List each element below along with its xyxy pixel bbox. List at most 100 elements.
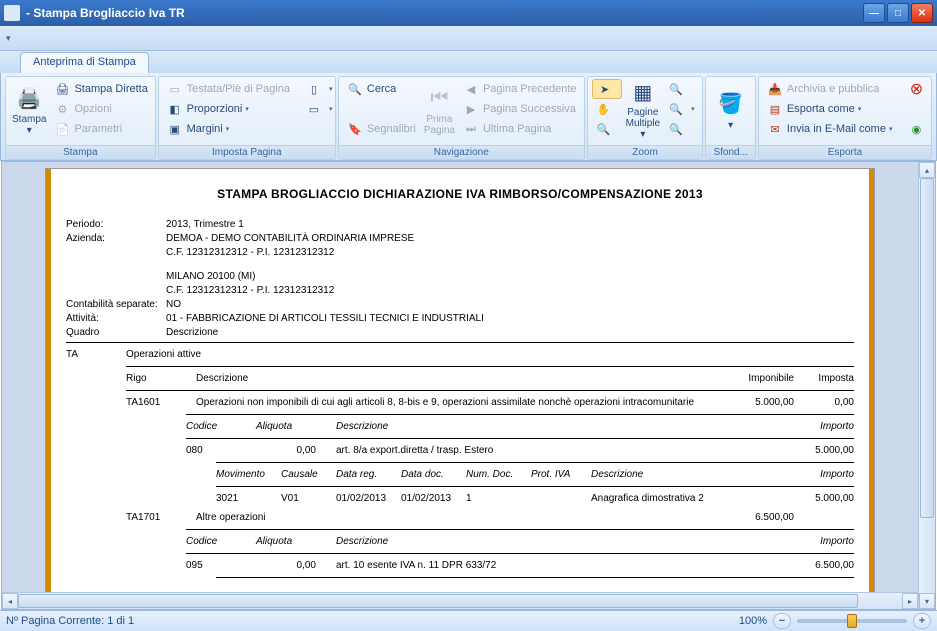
- separate-label: Contabilità separate:: [66, 299, 166, 310]
- descr-header: Descrizione: [196, 373, 714, 384]
- chevron-down-icon: ▾: [889, 125, 893, 133]
- zoom-level-label[interactable]: 100%: [739, 615, 767, 627]
- maximize-button[interactable]: □: [887, 3, 909, 23]
- horizontal-scrollbar[interactable]: ◂ ▸: [2, 592, 918, 609]
- title-bar: - Stampa Brogliaccio Iva TR — □ ✕: [0, 0, 937, 26]
- table-row: TA1601 Operazioni non imponibili di cui …: [66, 395, 854, 410]
- group-title-nav: Navigazione: [339, 145, 584, 159]
- close-preview-button[interactable]: ⊗: [904, 79, 932, 99]
- printer-icon: 🖨️: [15, 84, 43, 112]
- scroll-left-button[interactable]: ◂: [2, 593, 18, 609]
- arrow-left-icon: ◀: [463, 81, 479, 97]
- cursor-icon: ➤: [597, 81, 613, 97]
- print-label: Stampa: [12, 114, 46, 125]
- parameters-button[interactable]: 📄 Parametri: [50, 119, 151, 139]
- op-attive: Operazioni attive: [126, 349, 201, 360]
- params-icon: 📄: [54, 121, 70, 137]
- scale-icon: ◧: [167, 101, 183, 117]
- separate-value: NO: [166, 299, 854, 310]
- last-page-button[interactable]: ⏭ Ultima Pagina: [459, 119, 581, 139]
- page-number-status: Nº Pagina Corrente: 1 di 1: [6, 615, 134, 627]
- direct-print-button[interactable]: 🖨 Stampa Diretta: [50, 79, 151, 99]
- document-area: STAMPA BROGLIACCIO DICHIARAZIONE IVA RIM…: [1, 161, 936, 610]
- ribbon-group-zoom: ➤ ✋ 🔍 ▦ Pagine Multiple ▾ 🔍 🔍▾ 🔍 Zoom: [587, 76, 704, 160]
- ribbon-tab-row: Anteprima di Stampa: [0, 51, 937, 73]
- options-button[interactable]: ⚙ Opzioni: [50, 99, 151, 119]
- magnify-icon: 🔍: [596, 121, 612, 137]
- quick-access-toolbar: ▾: [0, 26, 937, 51]
- close-button[interactable]: ✕: [911, 3, 933, 23]
- multiple-pages-button[interactable]: ▦ Pagine Multiple ▾: [624, 79, 662, 141]
- print-button[interactable]: 🖨️ Stampa ▾: [10, 79, 48, 141]
- orientation-icon: ▭: [306, 101, 322, 117]
- page-size-button[interactable]: ▯▾: [302, 79, 337, 99]
- app-icon: [4, 5, 20, 21]
- first-page-button[interactable]: ⏮ Prima Pagina: [422, 79, 457, 141]
- sub-header-row: Codice Aliquota Descrizione Importo: [66, 419, 854, 434]
- chevron-down-icon: ▾: [728, 120, 733, 131]
- minimize-button[interactable]: —: [863, 3, 885, 23]
- send-email-button[interactable]: ✉ Invia in E-Mail come ▾: [763, 119, 897, 139]
- margins-button[interactable]: ▣ Margini ▾: [163, 119, 294, 139]
- first-page-icon: ⏮: [425, 84, 453, 112]
- hand-icon: ✋: [596, 101, 612, 117]
- chevron-down-icon: ▾: [858, 105, 862, 113]
- scale-button[interactable]: ◧ Proporzioni ▾: [163, 99, 294, 119]
- prev-page-button[interactable]: ◀ Pagina Precedente: [459, 79, 581, 99]
- export-as-button[interactable]: ▤ Esporta come ▾: [763, 99, 897, 119]
- header-footer-icon: ▭: [167, 81, 183, 97]
- city-value: MILANO 20100 (MI): [166, 271, 854, 282]
- scroll-thumb[interactable]: [920, 178, 934, 518]
- zoom-slider-thumb[interactable]: [847, 614, 857, 628]
- cf-pi-2: C.F. 12312312312 - P.I. 12312312312: [166, 285, 854, 296]
- mouse-tool-button[interactable]: ➤: [592, 79, 622, 99]
- zoom-in-icon: 🔍: [668, 121, 684, 137]
- background-color-button[interactable]: 🪣 ▾: [710, 79, 750, 141]
- ta-code: TA: [66, 349, 126, 360]
- hand-tool-button[interactable]: ✋: [592, 99, 622, 119]
- next-page-button[interactable]: ▶ Pagina Successiva: [459, 99, 581, 119]
- printer-small-icon: 🖨: [54, 81, 70, 97]
- table-row: TA1701 Altre operazioni 6.500,00: [66, 510, 854, 525]
- zoom-button[interactable]: 🔍▾: [664, 99, 699, 119]
- status-bar: Nº Pagina Corrente: 1 di 1 100% − +: [0, 610, 937, 631]
- zoom-out-button[interactable]: 🔍: [664, 79, 699, 99]
- chevron-down-icon: ▾: [245, 105, 249, 113]
- magnify-tool-button[interactable]: 🔍: [592, 119, 622, 139]
- zoom-minus-button[interactable]: −: [773, 613, 791, 629]
- periodo-label: Periodo:: [66, 219, 166, 230]
- rigo-header: Rigo: [126, 373, 196, 384]
- scroll-thumb[interactable]: [18, 594, 858, 608]
- page-size-icon: ▯: [306, 81, 322, 97]
- header-footer-button[interactable]: ▭ Testata/Piè di Pagina: [163, 79, 294, 99]
- export-green-button[interactable]: ◉: [904, 119, 932, 139]
- orientation-button[interactable]: ▭▾: [302, 99, 337, 119]
- search-icon: 🔍: [347, 81, 363, 97]
- scroll-up-button[interactable]: ▴: [919, 162, 935, 178]
- group-title-zoom: Zoom: [588, 145, 703, 159]
- ribbon: 🖨️ Stampa ▾ 🖨 Stampa Diretta ⚙ Opzioni 📄…: [0, 73, 937, 161]
- last-page-icon: ⏭: [463, 121, 479, 137]
- table-row: 095 0,00 art. 10 esente IVA n. 11 DPR 63…: [66, 558, 854, 573]
- zoom-in-button[interactable]: 🔍: [664, 119, 699, 139]
- quickbar-dropdown-icon[interactable]: ▾: [6, 33, 11, 44]
- vertical-scrollbar[interactable]: ▴ ▾: [918, 162, 935, 609]
- zoom-plus-button[interactable]: +: [913, 613, 931, 629]
- search-button[interactable]: 🔍 Cerca: [343, 79, 420, 99]
- tab-print-preview[interactable]: Anteprima di Stampa: [20, 52, 149, 73]
- scroll-down-button[interactable]: ▾: [919, 593, 935, 609]
- attivita-label: Attività:: [66, 313, 166, 324]
- close-red-icon: ⊗: [908, 81, 924, 97]
- archive-publish-button[interactable]: 📥 Archivia e pubblica: [763, 79, 897, 99]
- ribbon-group-background: 🪣 ▾ Sfond...: [705, 76, 755, 160]
- periodo-value: 2013, Trimestre 1: [166, 219, 854, 230]
- zoom-slider[interactable]: [797, 619, 907, 623]
- scroll-track[interactable]: [919, 178, 935, 593]
- scroll-track[interactable]: [18, 593, 902, 609]
- chevron-down-icon: ▾: [226, 125, 230, 133]
- chevron-down-icon: ▾: [27, 125, 32, 136]
- imposta-header: Imposta: [794, 373, 854, 384]
- document-viewport[interactable]: STAMPA BROGLIACCIO DICHIARAZIONE IVA RIM…: [2, 162, 918, 609]
- scroll-right-button[interactable]: ▸: [902, 593, 918, 609]
- bookmarks-button[interactable]: 🔖 Segnalibri: [343, 119, 420, 139]
